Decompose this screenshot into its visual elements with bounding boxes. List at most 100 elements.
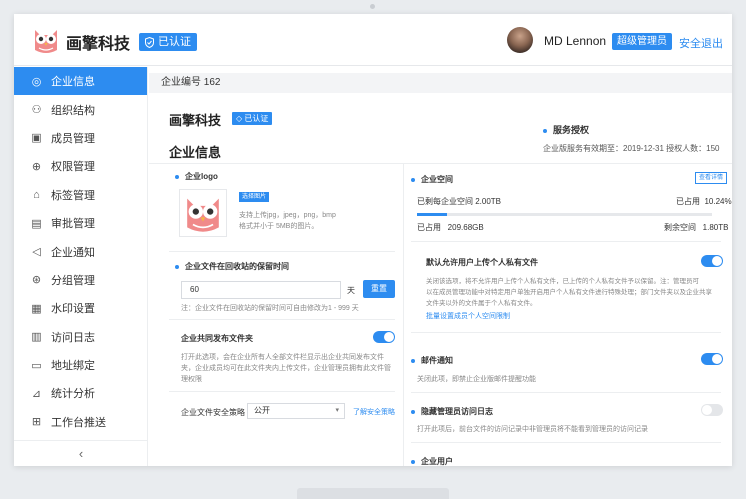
username[interactable]: MD Lennon [544,34,606,48]
divider [169,319,395,320]
owl-logo-icon [35,30,57,53]
view-details-button[interactable]: 查看详情 [695,172,728,184]
hide-admin-log-title-text: 隐藏管理员访问日志 [421,407,493,416]
page-title: 企业信息 [169,145,222,160]
security-policy-label: 企业文件安全策略 [181,408,245,417]
used-label: 已占用 [417,223,441,232]
sidebar-item-label: 企业通知 [51,246,95,259]
log-icon: ▥ [31,331,42,344]
sidebar-item-label: 地址绑定 [51,360,95,373]
verified-label: 已认证 [158,36,191,48]
sidebar-nav: ◎ 企业信息 ⚇ 组织结构 ▣ 成员管理 ⊕ 权限管理 ⌂ 标签管理 ▤ 审批管理 ◁ 企业通知 ⊛ 分组管理… [14,67,147,436]
sidebar-item-label: 工作台推送 [51,416,106,429]
logout-link[interactable]: 安全退出 [679,35,723,51]
role-badge: 超级管理员 [612,33,672,50]
shared-publish-desc-line1: 打开此选项，会在企业所有人全部文件栏显示出企业共同发布文件 [181,354,384,361]
sidebar-item-12[interactable]: ⊞ 工作台推送 [14,408,147,436]
sidebar-item-7[interactable]: ⊛ 分组管理 [14,266,147,294]
learn-security-link[interactable]: 了解安全策略 [353,407,395,417]
enterprise-users-title-text: 企业用户 [421,457,453,466]
bullet-dot [411,358,415,363]
batch-space-limit-link[interactable]: 批量设置成员个人空间限制 [426,311,510,321]
mail-notice-toggle[interactable] [701,353,723,365]
sidebar-item-4[interactable]: ⌂ 标签管理 [14,181,147,209]
shared-publish-desc-line3: 理权限 [181,376,202,383]
space-section-title-text: 企业空间 [421,175,453,184]
space-allocated: 已剩每企业空间 2.00TB [417,197,502,206]
sidebar-item-label: 访问日志 [51,331,95,344]
app-window: 画擎科技 已认证 MD Lennon 超级管理员 安全退出 ◎ 企业信息 ⚇ 组织结构… [14,14,732,466]
used-pct-label: 已占用 [676,197,700,206]
reset-button[interactable]: 重置 [363,280,395,298]
space-used-pct: 已占用 10.24% [676,196,732,207]
shared-publish-toggle[interactable] [373,331,395,343]
company-verified-badge: ◇ 已认证 [232,112,273,125]
chevron-left-icon: ‹ [78,446,84,461]
sidebar-item-5[interactable]: ▤ 审批管理 [14,209,147,237]
shield-icon [145,36,154,48]
shared-publish-title: 企业共同发布文件夹 [181,334,253,343]
monitor-stand [297,488,449,499]
sidebar-item-8[interactable]: ▦ 水印设置 [14,294,147,322]
private-upload-toggle[interactable] [701,255,723,267]
company-verified-label: 已认证 [244,114,269,123]
approval-icon: ▤ [31,217,42,230]
sidebar-item-label: 审批管理 [51,218,95,231]
security-policy-value: 公开 [254,406,270,415]
sidebar-item-label: 统计分析 [51,388,95,401]
sidebar-item-1[interactable]: ⚇ 组织结构 [14,95,147,123]
sidebar-item-0[interactable]: ◎ 企业信息 [14,67,147,96]
sidebar-item-label: 标签管理 [51,189,95,202]
workspace-icon: ⊞ [31,416,42,429]
sidebar-item-label: 权限管理 [51,161,95,174]
group-icon: ⊛ [31,274,42,287]
sidebar-item-11[interactable]: ⊿ 统计分析 [14,379,147,407]
recycle-section-title: 企业文件在回收站的保留时间 [175,261,289,272]
service-title: 服务授权 [543,123,589,136]
brand-name: 画擎科技 [66,36,131,53]
collapse-sidebar-button[interactable]: ‹ [14,440,148,466]
mail-notice-title-text: 邮件通知 [421,356,453,365]
sidebar-item-10[interactable]: ▭ 地址绑定 [14,351,147,379]
sidebar-item-label: 组织结构 [51,104,95,117]
divider [411,332,721,333]
private-upload-desc-line3: 文件夹以外的文件属于个人私有文件。 [426,300,537,307]
bullet-dot [543,128,547,133]
used-value: 209.68GB [447,223,484,232]
security-policy-select[interactable]: 公开 ▾ [247,403,345,419]
avatar[interactable] [507,27,533,53]
sidebar-item-9[interactable]: ▥ 访问日志 [14,323,147,351]
shared-publish-desc-line2: 夹，企业成员均可在此文件夹内上传文件，企业管理员拥有此文件管 [181,365,391,372]
space-progress-bar [417,213,712,216]
retention-days-input[interactable]: 60 [181,281,341,299]
company-info-icon: ◎ [31,75,42,88]
megaphone-icon: ◁ [32,246,41,259]
hide-admin-log-title: 隐藏管理员访问日志 [411,406,493,417]
logo-hint-line2: 格式并小于 5MB的图片。 [239,223,319,230]
owl-logo-icon [187,198,219,232]
top-header: 画擎科技 已认证 MD Lennon 超级管理员 安全退出 [14,14,732,66]
divider [411,241,721,242]
watermark-icon: ▦ [31,302,42,315]
sidebar-item-label: 水印设置 [51,303,95,316]
select-image-button[interactable]: 选择图片 [239,192,270,202]
sidebar-item-2[interactable]: ▣ 成员管理 [14,124,147,152]
logo-section-title: 企业logo [175,171,218,182]
verified-badge: 已认证 [139,33,197,51]
divider [169,391,395,392]
sidebar-item-label: 分组管理 [51,274,95,287]
private-upload-title: 默认允许用户上传个人私有文件 [426,258,538,267]
sidebar-item-6[interactable]: ◁ 企业通知 [14,237,147,265]
retention-note: 注：企业文件在回收站的保留时间可自由修改为1 - 999 天 [181,305,359,312]
sidebar: ◎ 企业信息 ⚇ 组织结构 ▣ 成员管理 ⊕ 权限管理 ⌂ 标签管理 ▤ 审批管理 ◁ 企业通知 ⊛ 分组管理… [14,67,148,466]
divider [149,163,732,164]
org-number: 企业编号 162 [149,73,732,93]
space-used: 已占用 209.68GB [417,222,484,233]
remain-value: 1.80TB [702,223,729,232]
sidebar-item-3[interactable]: ⊕ 权限管理 [14,152,147,180]
hide-admin-log-toggle[interactable] [701,404,723,416]
logo-section-title-text: 企业logo [185,172,218,181]
company-name: 画擎科技 [169,113,222,128]
member-card-icon: ▣ [31,132,42,145]
recycle-section-title-text: 企业文件在回收站的保留时间 [185,262,289,271]
